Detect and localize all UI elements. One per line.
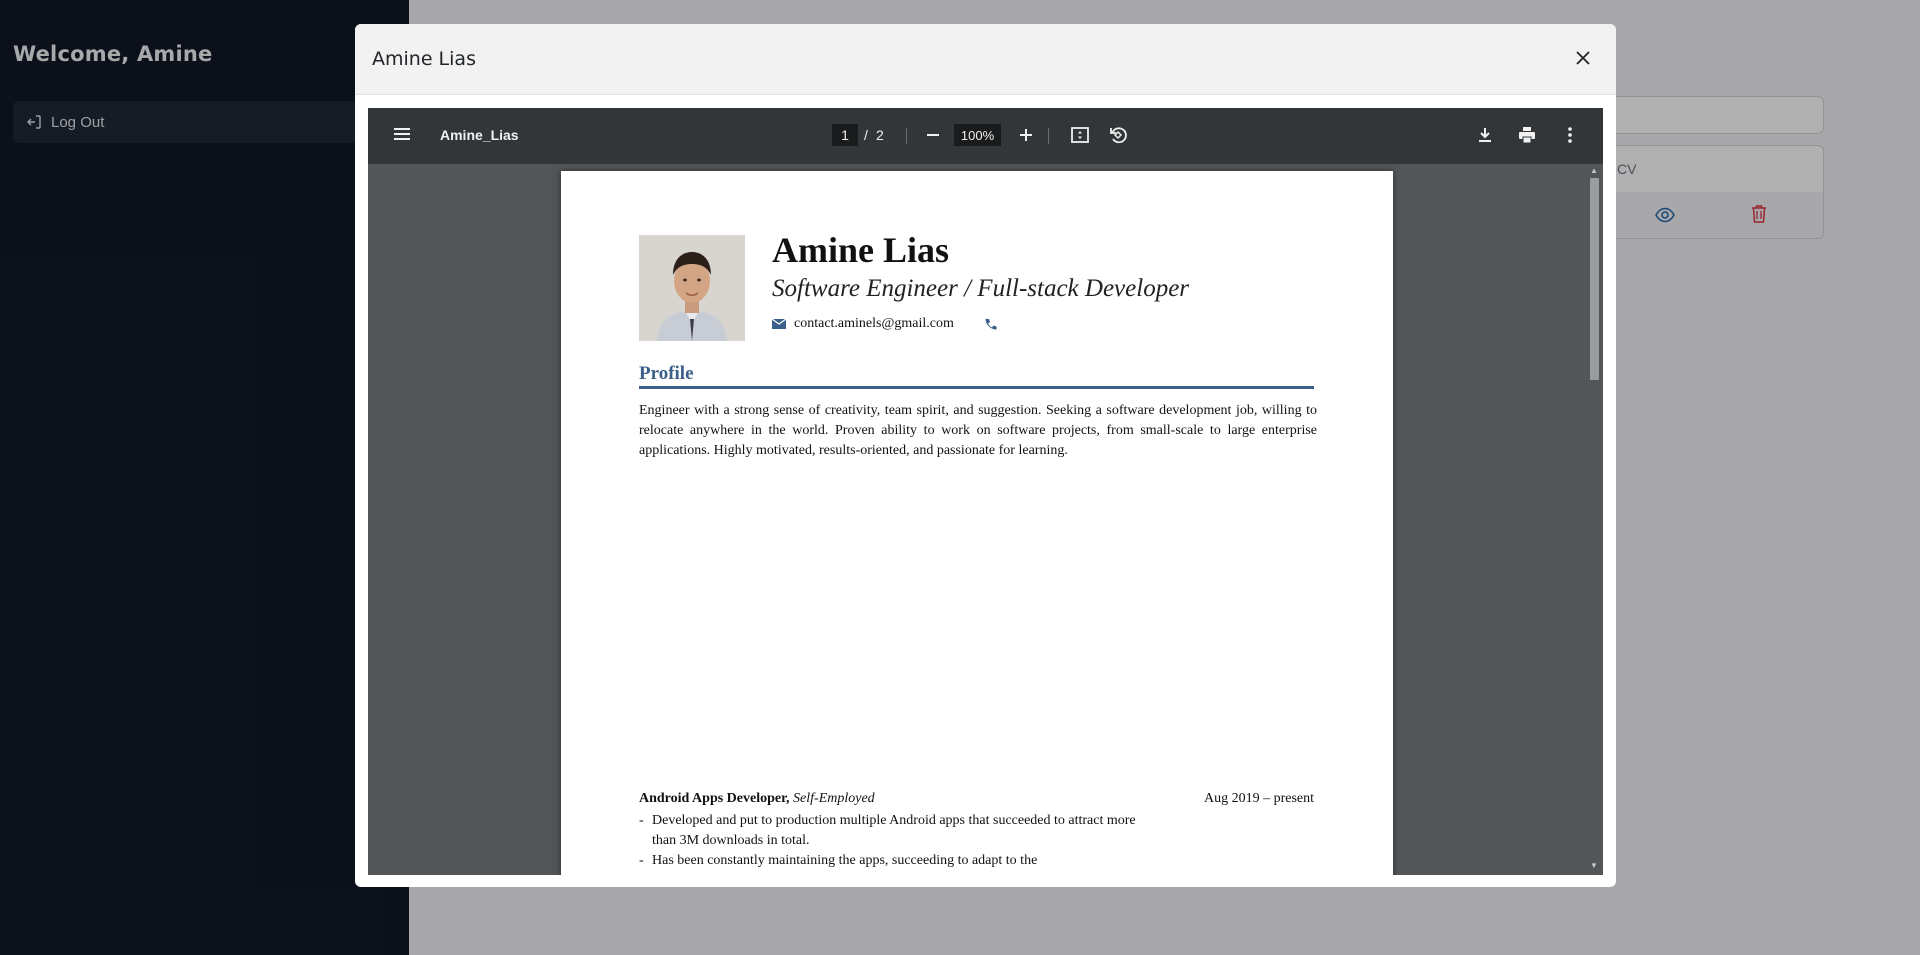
cv-name: Amine Lias (772, 230, 950, 270)
job-date: Aug 2019 – present (1203, 791, 1314, 806)
pdf-file-name: Amine_Lias (440, 127, 519, 143)
more-options-icon[interactable] (1560, 125, 1580, 150)
modal-header: Amine Lias (355, 24, 1616, 95)
job-title: Android Apps Developer, (639, 791, 790, 806)
toolbar-divider (1048, 128, 1049, 144)
pdf-scrollbar[interactable]: ▲ ▼ (1586, 164, 1603, 875)
profile-paragraph: Engineer with a strong sense of creativi… (639, 403, 1317, 458)
profile-section-heading: Profile (639, 363, 694, 384)
scroll-down-icon[interactable]: ▼ (1590, 861, 1598, 870)
page-separator: / (864, 127, 868, 143)
list-item: Developed and put to production multiple… (639, 811, 1159, 851)
print-icon[interactable] (1517, 125, 1537, 150)
cv-role: Software Engineer / Full-stack Developer (772, 275, 1190, 302)
pdf-toolbar: Amine_Lias 1 / 2 100% (368, 108, 1603, 164)
profile-photo (639, 235, 745, 341)
job-company: Self-Employed (793, 791, 875, 806)
pdf-page: Amine Lias Software Engineer / Full-stac… (561, 171, 1393, 875)
cv-email[interactable]: contact.aminels@gmail.com (794, 316, 954, 332)
scroll-up-icon[interactable]: ▲ (1590, 166, 1598, 175)
close-button[interactable] (1571, 46, 1595, 70)
close-icon (1575, 50, 1591, 66)
zoom-level-input[interactable]: 100% (954, 124, 1001, 146)
list-item: Has been constantly maintaining the apps… (639, 851, 1159, 871)
pdf-viewer: Amine_Lias 1 / 2 100% Amine Lias Softwar… (368, 108, 1603, 875)
rotate-icon[interactable] (1108, 125, 1128, 150)
job-entry: Android Apps Developer, Self-Employed Au… (639, 791, 1314, 807)
section-divider (639, 386, 1314, 389)
page-number-input[interactable]: 1 (832, 124, 858, 146)
cv-contact: contact.aminels@gmail.com (772, 316, 997, 332)
fit-page-icon[interactable] (1070, 125, 1090, 150)
scroll-thumb[interactable] (1590, 178, 1599, 380)
job-bullets: Developed and put to production multiple… (639, 811, 1159, 871)
phone-icon (984, 318, 997, 331)
zoom-in-icon[interactable] (1016, 125, 1036, 150)
menu-icon[interactable] (392, 124, 412, 149)
envelope-icon (772, 319, 786, 329)
toolbar-divider (906, 128, 907, 144)
zoom-out-icon[interactable] (923, 125, 943, 150)
download-icon[interactable] (1475, 125, 1495, 150)
modal-title: Amine Lias (372, 48, 476, 70)
cv-preview-modal: Amine Lias Amine_Lias 1 / 2 100% Amine L… (355, 24, 1616, 887)
page-total: 2 (876, 127, 884, 143)
